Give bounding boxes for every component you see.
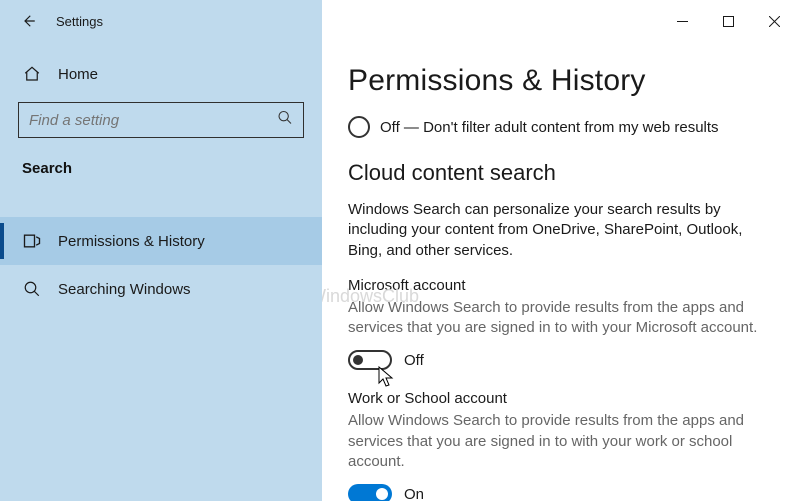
arrow-left-icon xyxy=(19,12,37,30)
sidebar-category: Search xyxy=(0,138,322,187)
microsoft-account-toggle-state: Off xyxy=(404,352,424,369)
minimize-icon xyxy=(677,16,688,27)
maximize-icon xyxy=(723,16,734,27)
back-button[interactable] xyxy=(18,11,38,31)
sidebar-search xyxy=(18,102,304,138)
sidebar-home-label: Home xyxy=(58,66,98,83)
microsoft-account-desc: Allow Windows Search to provide results … xyxy=(348,298,769,339)
minimize-button[interactable] xyxy=(659,0,705,42)
close-icon xyxy=(769,16,780,27)
work-school-toggle-state: On xyxy=(404,486,424,501)
safesearch-off-label: Off — Don't filter adult content from my… xyxy=(380,119,719,136)
body: Home Search Permissions & History xyxy=(0,42,797,501)
toggle-knob xyxy=(353,355,363,365)
close-button[interactable] xyxy=(751,0,797,42)
work-school-toggle-row: On xyxy=(348,484,769,501)
search-icon xyxy=(22,279,42,299)
sidebar: Home Search Permissions & History xyxy=(0,42,322,501)
sidebar-item-searching-windows[interactable]: Searching Windows xyxy=(0,265,322,313)
toggle-knob xyxy=(376,488,388,500)
work-school-desc: Allow Windows Search to provide results … xyxy=(348,411,769,472)
cloud-section-title: Cloud content search xyxy=(348,160,769,186)
home-icon xyxy=(22,64,42,84)
app-title: Settings xyxy=(56,14,103,29)
sidebar-nav: Permissions & History Searching Windows xyxy=(0,217,322,313)
permissions-history-icon xyxy=(22,231,42,251)
title-bar-left: Settings xyxy=(0,0,322,42)
cloud-section-desc: Windows Search can personalize your sear… xyxy=(348,200,769,261)
microsoft-account-group: Microsoft account Allow Windows Search t… xyxy=(348,277,769,371)
search-icon xyxy=(277,110,293,131)
microsoft-account-toggle-row: Off xyxy=(348,350,769,370)
main-panel: TheWindowsClub Permissions & History Off… xyxy=(322,42,797,501)
sidebar-item-label: Searching Windows xyxy=(58,281,191,298)
microsoft-account-title: Microsoft account xyxy=(348,277,769,294)
safesearch-off-option[interactable]: Off — Don't filter adult content from my… xyxy=(348,116,769,138)
microsoft-account-toggle[interactable] xyxy=(348,350,392,370)
title-bar: Settings xyxy=(0,0,797,42)
search-box[interactable] xyxy=(18,102,304,138)
work-school-title: Work or School account xyxy=(348,390,769,407)
search-input[interactable] xyxy=(29,112,265,129)
maximize-button[interactable] xyxy=(705,0,751,42)
settings-window: Settings Home xyxy=(0,0,797,501)
work-school-account-group: Work or School account Allow Windows Sea… xyxy=(348,390,769,501)
sidebar-home[interactable]: Home xyxy=(0,60,322,88)
sidebar-item-label: Permissions & History xyxy=(58,233,205,250)
page-title: Permissions & History xyxy=(348,64,769,98)
title-bar-right xyxy=(322,0,797,42)
sidebar-item-permissions-history[interactable]: Permissions & History xyxy=(0,217,322,265)
work-school-toggle[interactable] xyxy=(348,484,392,501)
radio-icon xyxy=(348,116,370,138)
